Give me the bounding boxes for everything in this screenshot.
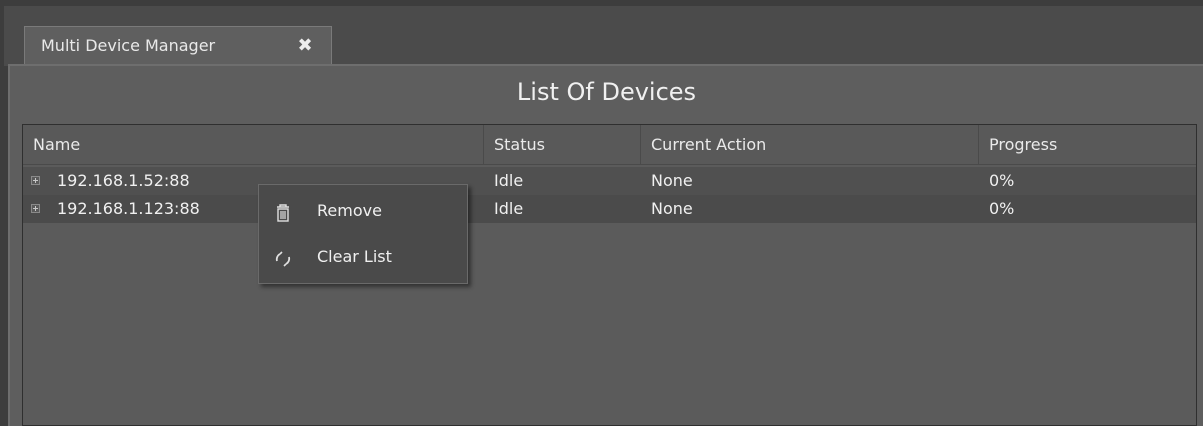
menu-item-remove[interactable]: Remove	[259, 191, 467, 231]
devices-table: Name Status Current Action Progress 192.…	[22, 124, 1197, 426]
close-icon[interactable]: ✖	[293, 27, 317, 65]
menu-item-clear-list[interactable]: Clear List	[259, 237, 467, 277]
column-header-progress[interactable]: Progress	[979, 125, 1196, 165]
table-row[interactable]: 192.168.1.123:88 Idle None 0%	[23, 195, 1196, 223]
menu-item-label: Clear List	[317, 247, 392, 266]
app-window: Multi Device Manager ✖ List Of Devices N…	[0, 0, 1203, 426]
refresh-icon	[275, 251, 291, 267]
menu-item-label: Remove	[317, 201, 382, 220]
devices-panel: List Of Devices Name Status Current Acti…	[8, 64, 1203, 426]
table-row[interactable]: 192.168.1.52:88 Idle None 0%	[23, 167, 1196, 195]
device-current-action: None	[651, 199, 693, 218]
expand-icon[interactable]	[31, 176, 40, 185]
device-current-action: None	[651, 171, 693, 190]
expand-icon[interactable]	[31, 204, 40, 213]
tab-title: Multi Device Manager	[41, 36, 216, 55]
tab-strip: Multi Device Manager ✖	[4, 6, 1203, 66]
context-menu: Remove Clear List	[258, 184, 468, 284]
device-progress: 0%	[989, 199, 1015, 218]
column-header-name[interactable]: Name	[23, 125, 484, 165]
device-status: Idle	[494, 171, 524, 190]
column-header-current-action[interactable]: Current Action	[641, 125, 979, 165]
tab-multi-device-manager[interactable]: Multi Device Manager ✖	[24, 26, 332, 66]
device-progress: 0%	[989, 171, 1015, 190]
trash-icon	[277, 204, 289, 222]
panel-title: List Of Devices	[516, 78, 697, 106]
table-header: Name Status Current Action Progress	[23, 125, 1196, 165]
device-status: Idle	[494, 199, 524, 218]
column-header-status[interactable]: Status	[484, 125, 641, 165]
